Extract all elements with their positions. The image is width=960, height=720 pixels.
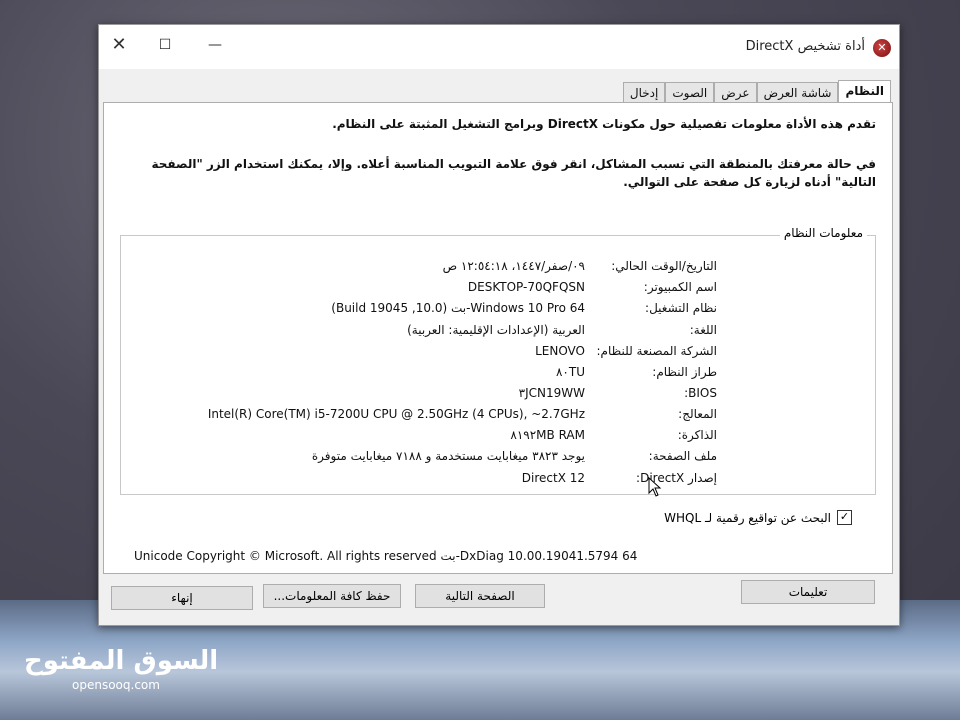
info-label: المعالج: — [678, 407, 717, 421]
watermark-latin: opensooq.com — [72, 678, 160, 692]
info-row: BIOS: ٣JCN19WW — [121, 386, 875, 406]
tab-sound[interactable]: الصوت — [665, 82, 715, 103]
tab-display[interactable]: شاشة العرض — [756, 82, 839, 103]
info-value: ٨١٩٢MB RAM — [510, 428, 585, 442]
info-row: التاريخ/الوقت الحالي: ٠٩/صفر/١٤٤٧، ١٢:٥٤… — [121, 259, 875, 279]
info-label: طراز النظام: — [652, 365, 717, 379]
exit-button[interactable]: إنهاء — [111, 586, 253, 610]
watermark-arabic: السوق المفتوح — [24, 646, 219, 676]
maximize-button[interactable]: ☐ — [145, 31, 185, 59]
info-row: الشركة المصنعة للنظام: LENOVO — [121, 344, 875, 364]
info-value: ٠٩/صفر/١٤٤٧، ١٢:٥٤:١٨ ص — [442, 259, 585, 273]
info-value: العربية (الإعدادات الإقليمية: العربية) — [407, 323, 585, 337]
info-row: ملف الصفحة: يوجد ٣٨٢٣ ميغابايت مستخدمة و… — [121, 449, 875, 469]
mouse-cursor-icon — [648, 477, 662, 497]
info-value: DESKTOP-70QFQSN — [467, 280, 585, 294]
whql-checkbox[interactable]: ✓ — [837, 510, 852, 525]
info-value: ٨٠TU — [555, 365, 585, 379]
info-label: اللغة: — [689, 323, 717, 337]
info-row: طراز النظام: ٨٠TU — [121, 365, 875, 385]
info-label: الذاكرة: — [677, 428, 717, 442]
whql-check-row[interactable]: ✓ البحث عن تواقيع رقمية لـ WHQL — [664, 510, 852, 525]
info-label: التاريخ/الوقت الحالي: — [611, 259, 717, 273]
tab-system[interactable]: النظام — [838, 80, 891, 103]
intro-line-2: في حالة معرفتك بالمنطقة التي تسبب المشاك… — [151, 157, 876, 189]
tab-strip: النظام شاشة العرض عرض الصوت إدخال — [622, 80, 891, 103]
info-row: الذاكرة: ٨١٩٢MB RAM — [121, 428, 875, 448]
info-row: اللغة: العربية (الإعدادات الإقليمية: الع… — [121, 323, 875, 343]
next-page-button[interactable]: الصفحة التالية — [415, 584, 545, 608]
save-all-button[interactable]: حفظ كافة المعلومات... — [263, 584, 401, 608]
info-value: LENOVO — [535, 344, 585, 358]
info-label: الشركة المصنعة للنظام: — [596, 344, 718, 358]
tab-input[interactable]: إدخال — [622, 82, 666, 103]
intro-line-1: تقدم هذه الأداة معلومات تفصيلية حول مكون… — [332, 117, 876, 131]
info-value: يوجد ٣٨٢٣ ميغابايت مستخدمة و ٧١٨٨ ميغابا… — [311, 449, 585, 463]
info-value: Intel(R) Core(TM) i5-7200U CPU @ 2.50GHz… — [207, 407, 585, 421]
directx-icon: ✕ — [873, 39, 891, 57]
info-value: ٣JCN19WW — [518, 386, 585, 400]
info-row: اسم الكمبيوتر: DESKTOP-70QFQSN — [121, 280, 875, 300]
info-value: Windows 10 Pro 64-بت (10.0, Build 19045) — [331, 301, 585, 315]
minimize-button[interactable]: — — [195, 31, 235, 59]
close-button[interactable]: ✕ — [99, 31, 139, 59]
system-tab-panel: تقدم هذه الأداة معلومات تفصيلية حول مكون… — [103, 102, 893, 574]
info-row: نظام التشغيل: Windows 10 Pro 64-بت (10.0… — [121, 301, 875, 321]
window-title: أداة تشخيص DirectX — [745, 39, 865, 54]
info-label: اسم الكمبيوتر: — [643, 280, 717, 294]
whql-label: البحث عن تواقيع رقمية لـ WHQL — [664, 510, 831, 525]
system-info-group: معلومات النظام التاريخ/الوقت الحالي: ٠٩/… — [120, 226, 876, 495]
info-label: نظام التشغيل: — [645, 301, 717, 315]
info-value: DirectX 12 — [521, 471, 585, 485]
copyright-text: Unicode Copyright © Microsoft. All right… — [134, 549, 638, 563]
help-button[interactable]: تعليمات — [741, 580, 875, 604]
info-label: ملف الصفحة: — [648, 449, 717, 463]
opensooq-watermark: السوق المفتوح opensooq.com — [24, 646, 218, 692]
info-row: المعالج: Intel(R) Core(TM) i5-7200U CPU … — [121, 407, 875, 427]
info-row: إصدار DirectX: DirectX 12 — [121, 471, 875, 491]
dxdiag-window: ✕ ☐ — ✕ أداة تشخيص DirectX النظام شاشة ا… — [98, 24, 900, 626]
title-bar[interactable]: ✕ ☐ — ✕ أداة تشخيص DirectX — [99, 25, 899, 69]
tab-render[interactable]: عرض — [714, 82, 757, 103]
system-info-title: معلومات النظام — [779, 226, 867, 240]
info-label: BIOS: — [684, 386, 717, 400]
